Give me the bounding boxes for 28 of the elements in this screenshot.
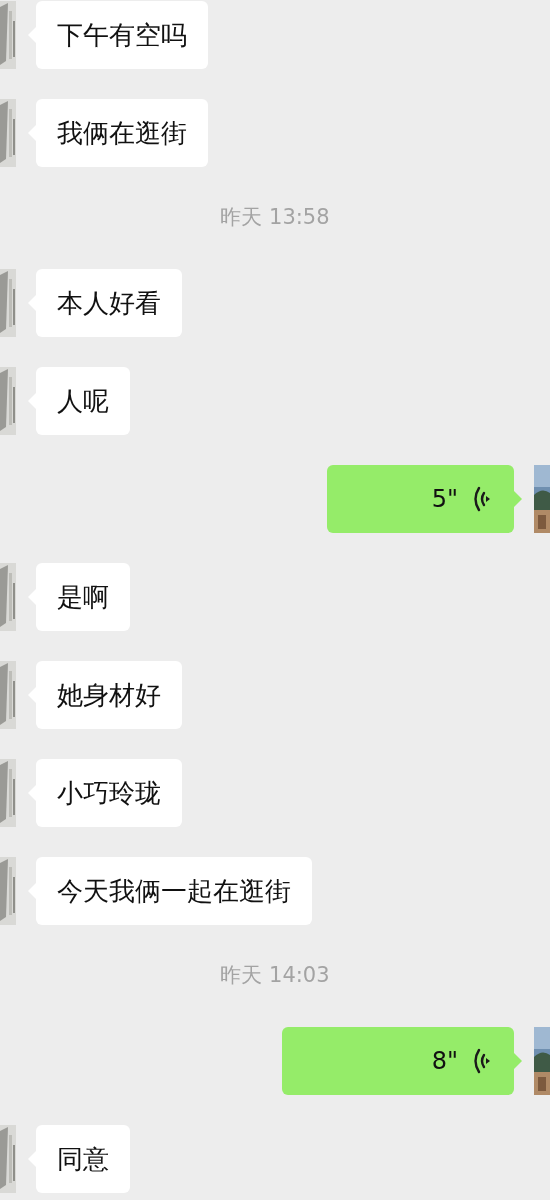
avatar[interactable] [0,759,16,827]
message-bubble[interactable]: 她身材好 [36,661,182,729]
message-bubble[interactable]: 人呢 [36,367,130,435]
avatar[interactable] [534,1027,550,1095]
avatar[interactable] [0,1125,16,1193]
avatar[interactable] [0,661,16,729]
avatar[interactable] [0,1,16,69]
avatar[interactable] [0,367,16,435]
voice-message[interactable]: 5" [327,465,514,533]
message-bubble[interactable]: 我俩在逛街 [36,99,208,167]
bubble-tail [514,491,522,507]
voice-icon [472,1048,490,1074]
avatar[interactable] [0,269,16,337]
timestamp: 昨天 13:58 [220,204,330,232]
message-bubble[interactable]: 下午有空吗 [36,1,208,69]
avatar[interactable] [0,563,16,631]
avatar[interactable] [0,857,16,925]
voice-icon [472,486,490,512]
message-bubble[interactable]: 是啊 [36,563,130,631]
message-bubble[interactable]: 同意 [36,1125,130,1193]
message-bubble[interactable]: 本人好看 [36,269,182,337]
avatar[interactable] [0,99,16,167]
message-bubble[interactable]: 小巧玲珑 [36,759,182,827]
voice-message[interactable]: 8" [282,1027,514,1095]
avatar[interactable] [534,465,550,533]
message-bubble[interactable]: 今天我俩一起在逛街 [36,857,312,925]
timestamp: 昨天 14:03 [220,962,330,990]
bubble-tail [514,1053,522,1069]
